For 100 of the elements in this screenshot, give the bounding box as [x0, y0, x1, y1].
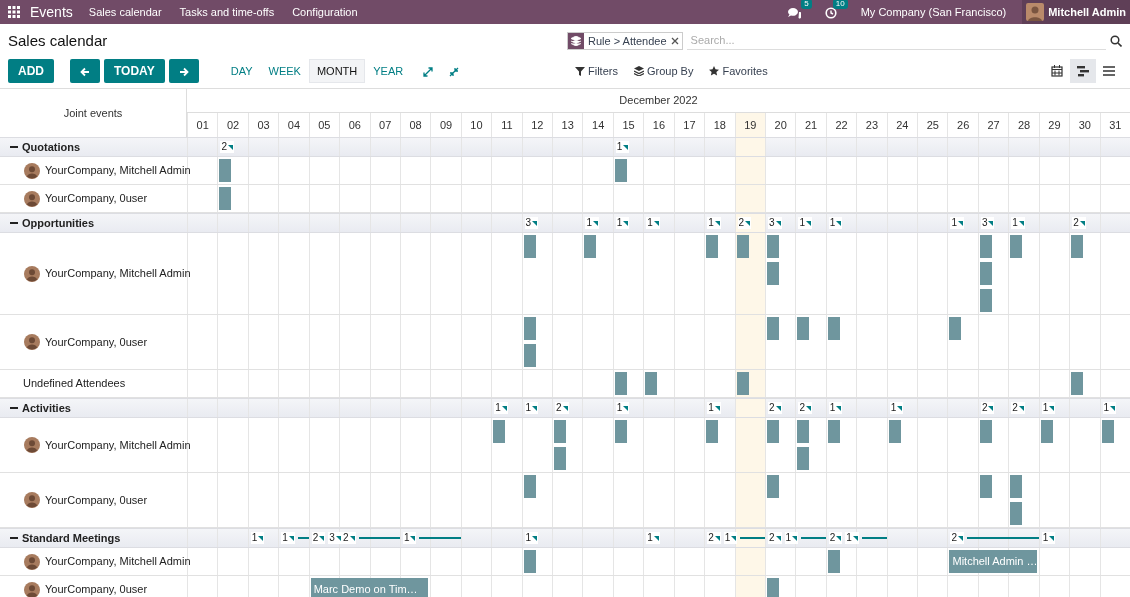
event-bar[interactable] — [766, 578, 779, 597]
event-bar[interactable] — [554, 447, 567, 470]
menu-item[interactable]: Sales calendar — [88, 3, 162, 21]
event-bar[interactable] — [797, 420, 810, 443]
group-name[interactable]: Quotations — [22, 138, 81, 156]
add-button[interactable]: ADD — [8, 59, 54, 83]
expand-icon — [423, 66, 434, 77]
event-bar[interactable] — [1101, 420, 1114, 443]
event-bar[interactable] — [827, 420, 840, 443]
collapse-icon — [449, 66, 460, 77]
flag-icon — [775, 405, 781, 411]
previous-button[interactable] — [70, 59, 100, 83]
menu-item[interactable]: Configuration — [292, 3, 358, 21]
event-bar[interactable] — [584, 235, 597, 258]
flag-icon — [562, 405, 568, 411]
flag-icon — [349, 535, 355, 541]
month-label: December 2022 — [187, 89, 1130, 113]
group-name[interactable]: Activities — [22, 399, 71, 417]
search-icon[interactable] — [1110, 35, 1122, 47]
attendee-name: YourCompany, 0user — [45, 334, 148, 350]
scale-tab[interactable]: WEEK — [260, 59, 309, 83]
event-bar[interactable] — [979, 475, 992, 498]
event-bar[interactable] — [766, 235, 779, 258]
flag-icon — [653, 535, 659, 541]
flag-icon — [852, 535, 858, 541]
flag-icon — [1049, 535, 1055, 541]
attendee-name: Undefined Attendees — [23, 376, 126, 392]
event-bar[interactable] — [797, 447, 810, 470]
event-bar[interactable] — [614, 159, 627, 182]
event-bar[interactable] — [706, 235, 719, 258]
event-bar[interactable] — [523, 317, 536, 340]
chat-icon[interactable] — [786, 6, 801, 19]
event-bar[interactable] — [1040, 420, 1053, 443]
event-bar[interactable] — [766, 475, 779, 498]
event-bar[interactable] — [979, 262, 992, 285]
flag-icon — [335, 535, 341, 541]
event-bar[interactable] — [645, 372, 658, 395]
attendee-name: YourCompany, 0user — [45, 191, 148, 207]
scale-tab[interactable]: MONTH — [308, 59, 366, 83]
event-bar[interactable] — [1071, 235, 1084, 258]
scale-tab[interactable]: DAY — [222, 59, 261, 83]
filter-menu-button[interactable]: Group By — [629, 62, 698, 80]
flag-icon — [714, 220, 720, 226]
today-button[interactable]: TODAY — [104, 59, 165, 83]
event-bar[interactable] — [827, 317, 840, 340]
event-bar[interactable] — [766, 262, 779, 285]
event-bar[interactable] — [523, 475, 536, 498]
flag-icon — [410, 535, 416, 541]
event-bar[interactable] — [614, 420, 627, 443]
flag-icon — [775, 535, 781, 541]
event-bar[interactable] — [219, 187, 232, 210]
event-bar[interactable] — [219, 159, 232, 182]
filter-menu-button[interactable]: Favorites — [705, 62, 772, 80]
event-bar[interactable] — [827, 550, 840, 573]
flag-icon — [1079, 220, 1085, 226]
flag-icon — [227, 144, 233, 150]
attendee-name: YourCompany, 0user — [45, 582, 148, 597]
event-bar[interactable] — [949, 317, 962, 340]
event-bar[interactable] — [766, 317, 779, 340]
scale-tab[interactable]: YEAR — [365, 59, 412, 83]
event-bar[interactable] — [888, 420, 901, 443]
view-switch-button[interactable] — [1070, 59, 1096, 83]
flag-icon — [714, 405, 720, 411]
event-bar[interactable] — [979, 235, 992, 258]
event-bar[interactable] — [1010, 502, 1023, 525]
message-count: 5 — [801, 0, 812, 9]
layers-icon — [633, 66, 644, 76]
flag-icon — [775, 220, 781, 226]
event-bar[interactable] — [979, 289, 992, 312]
app-name[interactable]: Events — [30, 1, 73, 23]
attendee-name: YourCompany, Mitchell Admin — [45, 266, 191, 282]
flag-icon — [623, 405, 629, 411]
event-bar[interactable] — [493, 420, 506, 443]
event-bar[interactable] — [614, 372, 627, 395]
filter-menu-button[interactable]: Filters — [571, 62, 622, 80]
event-bar[interactable] — [1010, 235, 1023, 258]
event-bar[interactable] — [1071, 372, 1084, 395]
event-bar[interactable] — [1010, 475, 1023, 498]
facet-label: Rule > Attendee — [587, 33, 668, 49]
next-button[interactable] — [168, 59, 199, 83]
flag-icon — [532, 535, 538, 541]
user-avatar[interactable] — [1026, 3, 1045, 21]
event-bar[interactable] — [554, 420, 567, 443]
event-bar[interactable] — [523, 550, 536, 573]
clock-icon[interactable] — [824, 6, 837, 19]
menu-item[interactable]: Tasks and time-offs — [179, 3, 275, 21]
group-name[interactable]: Opportunities — [22, 214, 95, 232]
company-switcher[interactable]: My Company (San Francisco) — [860, 3, 1007, 21]
app-menu-icon[interactable] — [8, 6, 20, 18]
group-name[interactable]: Standard Meetings — [22, 529, 121, 547]
funnel-icon — [575, 66, 585, 76]
search-facet[interactable]: Rule > Attendee — [567, 32, 683, 50]
event-bar[interactable] — [523, 235, 536, 258]
event-bar[interactable] — [706, 420, 719, 443]
close-icon[interactable] — [670, 37, 679, 45]
event-bar[interactable] — [979, 420, 992, 443]
event-bar[interactable] — [766, 420, 779, 443]
event-bar[interactable] — [797, 317, 810, 340]
flag-icon — [897, 405, 903, 411]
event-bar[interactable] — [523, 344, 536, 367]
